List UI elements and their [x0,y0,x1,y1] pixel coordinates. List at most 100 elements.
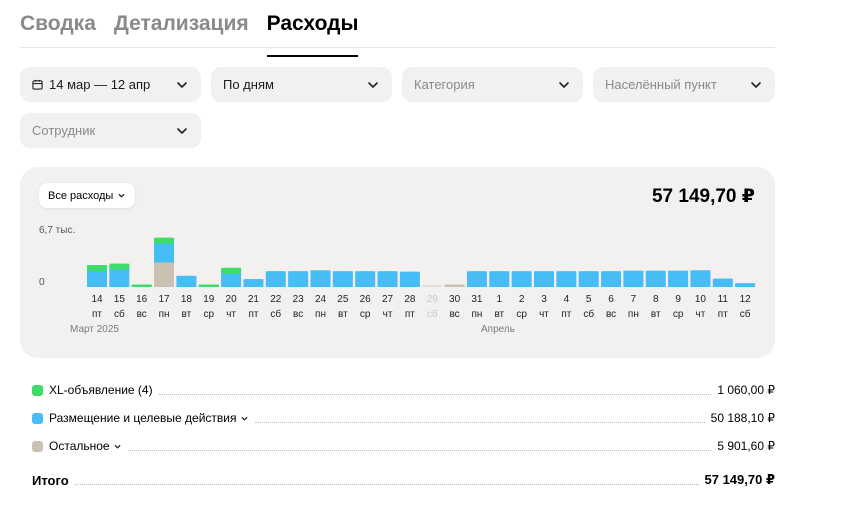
bar-cap [444,284,465,287]
tab-expenses[interactable]: Расходы [266,10,358,57]
legend-row-placement[interactable]: Размещение и целевые действия 50 188,10 … [32,408,775,428]
x-tick-day: 4 [564,294,570,305]
bar-cap [534,271,554,278]
bar-cap [198,284,219,287]
legend-row-other[interactable]: Остальное 5 901,60 ₽ [32,436,775,456]
bar-cap [332,271,353,278]
x-tick-day: 28 [404,294,416,305]
bar-cap [109,263,130,270]
x-tick-day: 15 [114,294,126,305]
legend-label-other: Остальное [49,439,110,453]
x-tick-day: 26 [360,294,372,305]
x-tick-weekday: вт [338,309,348,320]
total-amount: 57 149,70 ₽ [704,472,776,487]
x-tick-weekday: вт [494,309,504,320]
y-axis-zero-label: 0 [39,277,45,288]
x-tick-day: 10 [695,294,707,305]
leader-dots [254,421,705,423]
month-label-march: Март 2025 [70,324,119,335]
x-tick-weekday: ср [203,309,214,320]
x-tick-weekday: сб [427,308,438,320]
bar-cap [668,270,689,277]
x-tick-weekday: пт [718,309,728,320]
tab-summary[interactable]: Сводка [20,10,96,47]
legend-amount-xl: 1 060,00 ₽ [717,383,775,397]
bar-cap [310,270,331,277]
y-axis-max-label: 6,7 тыс. [39,225,76,236]
x-tick-day: 18 [181,294,193,305]
expenses-total: 57 149,70 ₽ [651,186,755,207]
tab-details[interactable]: Детализация [114,10,249,47]
total-label: Итого [32,472,69,488]
x-tick-day: 24 [315,294,327,305]
x-tick-weekday: вс [606,309,616,320]
bar-cap [601,271,622,278]
x-tick-day: 9 [675,294,681,305]
tabs-bar: Сводка Детализация Расходы [20,10,775,57]
x-tick-day: 14 [91,294,103,305]
period-select[interactable]: 14 мар — 12 апр [20,67,201,102]
x-tick-weekday: сб [740,308,751,320]
employee-select[interactable]: Сотрудник [20,113,201,148]
bar-cap [623,270,644,277]
x-tick-day: 25 [337,294,349,305]
x-tick-weekday: сб [583,308,594,320]
bar-cap [511,271,532,278]
bar-cap [355,271,376,278]
legend-swatch-placement [32,412,43,424]
legend-swatch-xl [32,384,43,396]
chevron-down-icon[interactable] [240,414,249,423]
expense-type-value: Все расходы [48,189,114,202]
bar-cap [288,271,309,278]
legend-amount-placement: 50 188,10 ₽ [710,411,775,425]
x-tick-day: 2 [519,294,525,305]
x-tick-weekday: вт [651,309,661,320]
category-select[interactable]: Категория [402,67,583,102]
leader-dots [158,393,712,395]
x-tick-weekday: ср [673,309,684,320]
x-tick-weekday: вс [137,309,147,320]
x-tick-weekday: пт [92,309,102,320]
x-tick-weekday: пт [405,309,415,320]
x-tick-day: 1 [497,294,503,305]
chevron-down-icon[interactable] [113,442,122,451]
x-tick-weekday: вс [293,309,303,320]
bar-cap [154,237,175,244]
bar-cap [690,270,711,277]
chevron-down-icon [177,127,187,134]
bar-segment-other[interactable] [154,262,175,287]
locality-placeholder: Населённый пункт [605,77,717,92]
bar-cap [265,271,286,278]
legend-label-xl: XL-объявление (4) [49,383,153,397]
bar-empty [422,285,443,287]
legend-swatch-other [32,440,43,452]
x-tick-weekday: пн [315,309,326,320]
x-tick-day: 20 [226,294,238,305]
bar-cap [87,265,107,272]
bar-cap [556,271,577,278]
x-tick-weekday: пн [159,309,170,320]
x-tick-weekday: чт [226,309,236,320]
grouping-select[interactable]: По дням [211,67,392,102]
bar-cap [131,284,152,287]
x-tick-day: 22 [270,294,282,305]
x-tick-day: 5 [586,294,592,305]
x-tick-weekday: пн [628,309,639,320]
chevron-down-icon [751,81,761,88]
x-tick-day: 27 [382,294,394,305]
locality-select[interactable]: Населённый пункт [593,67,775,102]
month-label-april: Апрель [481,324,515,335]
grouping-value: По дням [223,77,274,92]
x-tick-day: 8 [653,294,659,305]
bar-cap [243,279,264,286]
expense-type-dropdown[interactable]: Все расходы [39,183,136,208]
leader-dots [74,483,699,485]
legend-row-xl: XL-объявление (4) 1 060,00 ₽ [32,380,775,400]
x-tick-day: 6 [608,294,614,305]
bar-cap [466,271,487,278]
x-tick-weekday: чт [539,309,549,320]
x-tick-weekday: сб [270,308,281,320]
bar-cap [712,278,733,285]
x-tick-day: 21 [248,294,260,305]
bar-cap [735,283,756,287]
